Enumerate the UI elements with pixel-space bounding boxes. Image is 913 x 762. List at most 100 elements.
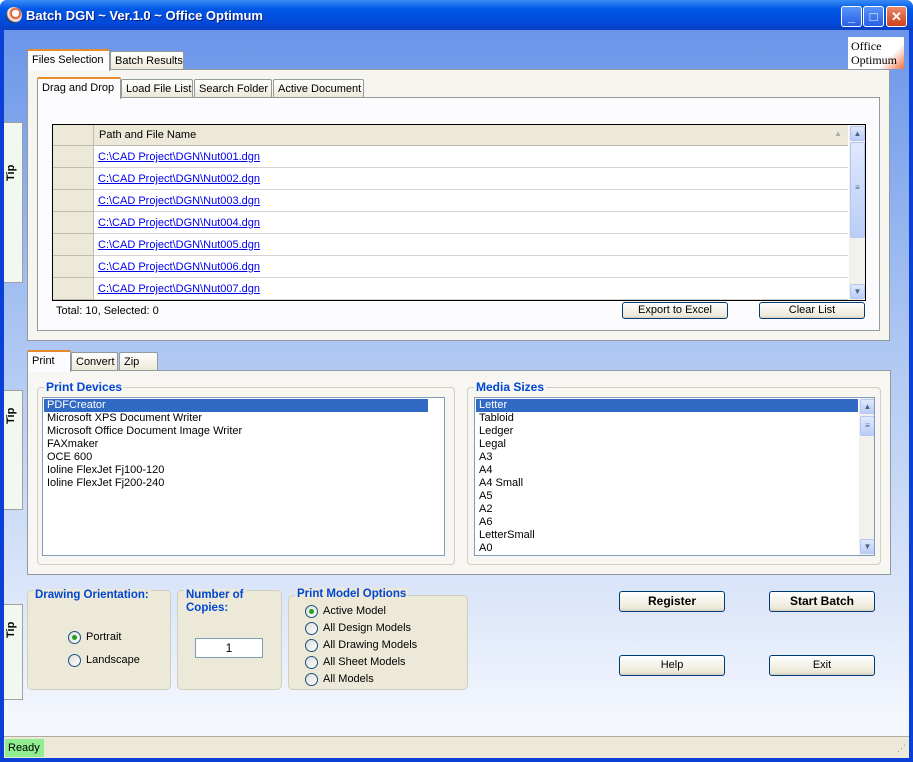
- tip-label: Tip: [5, 164, 17, 182]
- file-link[interactable]: C:\CAD Project\DGN\Nut007.dgn: [98, 283, 260, 295]
- status-bar: Ready ⋰: [4, 736, 909, 758]
- tab-files-selection[interactable]: Files Selection: [27, 49, 110, 71]
- table-row[interactable]: C:\CAD Project\DGN\Nut003.dgn: [53, 190, 848, 212]
- media-sizes-list[interactable]: Letter Tabloid Ledger Legal A3 A4 A4 Small A5 A2…: [474, 397, 875, 556]
- list-item[interactable]: Legal: [476, 438, 858, 451]
- print-devices-list[interactable]: PDFCreator Microsoft XPS Document Writer M…: [42, 397, 445, 556]
- list-item[interactable]: A0: [476, 542, 858, 555]
- radio-label: Landscape: [86, 654, 140, 666]
- copies-title-line: Copies:: [186, 602, 229, 614]
- copies-input[interactable]: 1: [195, 638, 263, 658]
- scroll-down-icon[interactable]: ▼: [850, 284, 865, 299]
- tip-tab-options[interactable]: Tip: [4, 604, 23, 700]
- media-scrollbar[interactable]: ▲ ≡ ▼: [859, 398, 874, 555]
- row-header[interactable]: [53, 190, 94, 212]
- list-item[interactable]: A6: [476, 516, 858, 529]
- list-item[interactable]: Ioline FlexJet Fj100-120: [44, 464, 428, 477]
- list-item[interactable]: A4: [476, 464, 858, 477]
- copies-title: Number of Copies:: [184, 589, 246, 615]
- list-item[interactable]: OCE 600: [44, 451, 428, 464]
- title-bar[interactable]: Batch DGN ~ Ver.1.0 ~ Office Optimum _ □…: [0, 0, 913, 30]
- table-row[interactable]: C:\CAD Project\DGN\Nut004.dgn: [53, 212, 848, 234]
- tab-zip[interactable]: Zip: [119, 352, 158, 370]
- radio-portrait[interactable]: [68, 631, 81, 644]
- list-item[interactable]: Ioline FlexJet Fj200-240: [44, 477, 428, 490]
- print-devices-title: Print Devices: [44, 380, 125, 394]
- table-row[interactable]: C:\CAD Project\DGN\Nut002.dgn: [53, 168, 848, 190]
- row-header[interactable]: [53, 168, 94, 190]
- logo-text: Optimum: [851, 53, 898, 67]
- start-batch-button[interactable]: Start Batch: [769, 591, 875, 612]
- exit-button[interactable]: Exit: [769, 655, 875, 676]
- list-item[interactable]: A2: [476, 503, 858, 516]
- list-item[interactable]: FAXmaker: [44, 438, 428, 451]
- list-item[interactable]: Microsoft Office Document Image Writer: [44, 425, 428, 438]
- resize-grip-icon[interactable]: ⋰: [897, 743, 906, 754]
- file-grid[interactable]: Path and File Name ▲ C:\CAD Project\DGN\…: [52, 124, 866, 301]
- tip-tab-print[interactable]: Tip: [4, 390, 23, 510]
- radio-landscape[interactable]: [68, 654, 81, 667]
- radio-all-sheet-models[interactable]: [305, 656, 318, 669]
- minimize-button[interactable]: _: [841, 6, 862, 27]
- radio-all-models[interactable]: [305, 673, 318, 686]
- list-item[interactable]: A4 Small: [476, 477, 858, 490]
- list-item[interactable]: Letter: [476, 399, 858, 412]
- tab-convert[interactable]: Convert: [71, 352, 118, 370]
- register-button[interactable]: Register: [619, 591, 725, 612]
- row-header[interactable]: [53, 212, 94, 234]
- tab-print[interactable]: Print: [27, 350, 71, 372]
- row-header[interactable]: [53, 146, 94, 168]
- file-link[interactable]: C:\CAD Project\DGN\Nut003.dgn: [98, 195, 260, 207]
- grid-scrollbar[interactable]: ▲ ≡ ▼: [849, 125, 865, 300]
- radio-all-design-models[interactable]: [305, 622, 318, 635]
- tab-search-folder[interactable]: Search Folder: [194, 79, 272, 97]
- list-item[interactable]: Tabloid: [476, 412, 858, 425]
- list-item[interactable]: Ledger: [476, 425, 858, 438]
- scroll-down-icon[interactable]: ▼: [860, 539, 874, 554]
- copies-title-line: Number of: [186, 589, 244, 601]
- file-link[interactable]: C:\CAD Project\DGN\Nut006.dgn: [98, 261, 260, 273]
- logo-text: Office: [851, 39, 882, 53]
- radio-all-drawing-models[interactable]: [305, 639, 318, 652]
- tab-drag-and-drop[interactable]: Drag and Drop: [37, 77, 121, 99]
- window-title: Batch DGN ~ Ver.1.0 ~ Office Optimum: [26, 8, 263, 23]
- tip-label: Tip: [5, 621, 17, 639]
- clear-list-button[interactable]: Clear List: [759, 302, 865, 319]
- tab-active-document[interactable]: Active Document: [273, 79, 364, 97]
- radio-label: All Drawing Models: [323, 639, 418, 651]
- scroll-up-icon[interactable]: ▲: [850, 126, 865, 141]
- table-row[interactable]: C:\CAD Project\DGN\Nut006.dgn: [53, 256, 848, 278]
- list-item[interactable]: A5: [476, 490, 858, 503]
- scroll-up-icon[interactable]: ▲: [860, 399, 874, 414]
- maximize-button[interactable]: □: [863, 6, 884, 27]
- list-item[interactable]: Microsoft XPS Document Writer: [44, 412, 428, 425]
- export-to-excel-button[interactable]: Export to Excel: [622, 302, 728, 319]
- row-header[interactable]: [53, 278, 94, 300]
- help-button[interactable]: Help: [619, 655, 725, 676]
- file-link[interactable]: C:\CAD Project\DGN\Nut004.dgn: [98, 217, 260, 229]
- scroll-thumb[interactable]: ≡: [860, 416, 874, 436]
- scroll-thumb[interactable]: ≡: [850, 142, 865, 238]
- tab-load-file-list[interactable]: Load File List: [121, 79, 193, 97]
- list-item[interactable]: A3: [476, 451, 858, 464]
- radio-active-model[interactable]: [305, 605, 318, 618]
- column-header-path[interactable]: Path and File Name ▲: [94, 125, 848, 146]
- file-link[interactable]: C:\CAD Project\DGN\Nut001.dgn: [98, 151, 260, 163]
- app-icon[interactable]: [6, 7, 22, 23]
- row-header[interactable]: [53, 234, 94, 256]
- tip-label: Tip: [5, 407, 17, 425]
- tab-batch-results[interactable]: Batch Results: [110, 51, 184, 69]
- table-row[interactable]: C:\CAD Project\DGN\Nut005.dgn: [53, 234, 848, 256]
- tip-tab-files[interactable]: Tip: [4, 122, 23, 283]
- row-header[interactable]: [53, 256, 94, 278]
- table-row[interactable]: C:\CAD Project\DGN\Nut001.dgn: [53, 146, 848, 168]
- media-sizes-title: Media Sizes: [474, 380, 547, 394]
- list-item[interactable]: PDFCreator: [44, 399, 428, 412]
- file-link[interactable]: C:\CAD Project\DGN\Nut002.dgn: [98, 173, 260, 185]
- table-row[interactable]: C:\CAD Project\DGN\Nut007.dgn: [53, 278, 848, 300]
- status-text: Ready: [5, 739, 44, 757]
- file-link[interactable]: C:\CAD Project\DGN\Nut005.dgn: [98, 239, 260, 251]
- file-count-status: Total: 10, Selected: 0: [56, 305, 159, 317]
- list-item[interactable]: LetterSmall: [476, 529, 858, 542]
- close-button[interactable]: ✕: [886, 6, 907, 27]
